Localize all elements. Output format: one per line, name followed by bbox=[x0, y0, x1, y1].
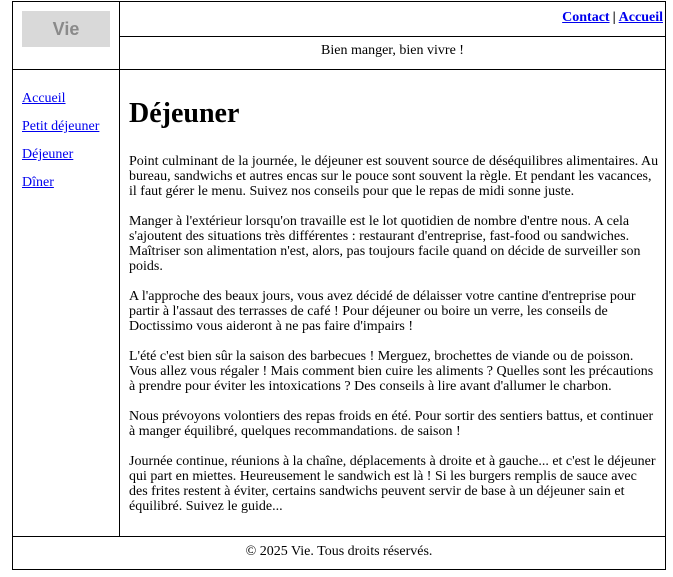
paragraph-1: Point culminant de la journée, le déjeun… bbox=[129, 154, 659, 199]
page-title: Déjeuner bbox=[129, 98, 240, 129]
paragraph-2: Manger à l'extérieur lorsqu'on travaille… bbox=[129, 214, 641, 274]
paragraph-5: Nous prévoyons volontiers des repas froi… bbox=[129, 409, 654, 439]
sidebar-item-diner[interactable]: Dîner bbox=[22, 175, 99, 191]
main-content: Déjeuner Point culminant de la journée, … bbox=[129, 98, 659, 529]
contact-link[interactable]: Contact bbox=[562, 10, 609, 25]
paragraph-6: Journée continue, réunions à la chaîne, … bbox=[129, 454, 656, 514]
footer-copyright: © 2025 Vie. Tous droits réservés. bbox=[245, 544, 433, 559]
paragraph-3: A l'approche des beaux jours, vous avez … bbox=[129, 289, 636, 334]
site-logo: Vie bbox=[22, 11, 110, 47]
sidebar-item-accueil[interactable]: Accueil bbox=[22, 91, 99, 107]
home-link[interactable]: Accueil bbox=[619, 10, 663, 25]
nav-separator: | bbox=[612, 10, 616, 25]
sidebar-nav: Accueil Petit déjeuner Déjeuner Dîner bbox=[22, 91, 99, 203]
sidebar-item-petit-dejeuner[interactable]: Petit déjeuner bbox=[22, 119, 99, 135]
paragraph-4: L'été c'est bien sûr la saison des barbe… bbox=[129, 349, 654, 394]
sidebar-item-dejeuner[interactable]: Déjeuner bbox=[22, 147, 99, 163]
site-slogan: Bien manger, bien vivre ! bbox=[321, 43, 464, 58]
top-nav: Contact | Accueil bbox=[562, 10, 663, 26]
